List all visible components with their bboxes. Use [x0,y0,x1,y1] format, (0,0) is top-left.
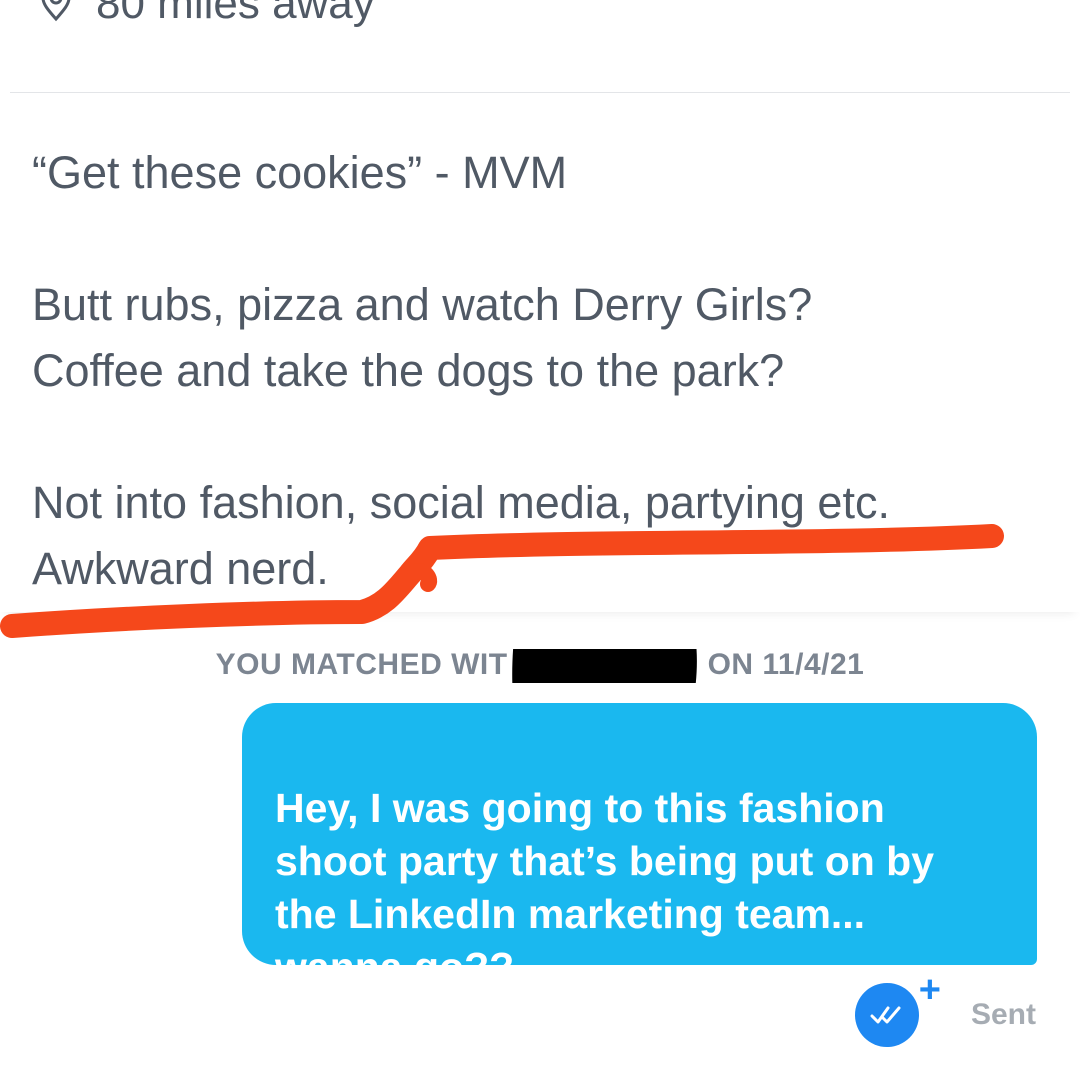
bio-dislikes: Not into fashion, social media, partying… [32,477,890,594]
message-status: + Sent [854,971,1036,1047]
profile-card: 80 miles away “Get these cookies” - MVM … [0,0,1080,612]
chat-screen: 80 miles away “Get these cookies” - MVM … [0,0,1080,1080]
message-text: Hey, I was going to this fashion shoot p… [275,785,935,990]
redacted-name-blot [511,649,697,684]
match-banner: YOU MATCHED WIT ON 11/4/21 [0,648,1080,684]
distance-text: 80 miles away [96,0,375,28]
read-receipt-badge[interactable]: + [854,971,941,1047]
bio-activities: Butt rubs, pizza and watch Derry Girls? … [32,279,813,396]
sent-message-bubble[interactable]: Hey, I was going to this fashion shoot p… [242,703,1037,990]
match-prefix: YOU MATCHED WIT [215,648,508,681]
distance-row: 80 miles away [36,0,375,34]
double-check-icon [870,1006,901,1024]
location-pin-icon [41,0,71,22]
divider [10,92,1070,93]
profile-bio: “Get these cookies” - MVM Butt rubs, piz… [32,140,1062,602]
plus-icon: + [918,969,941,1011]
bio-quote: “Get these cookies” - MVM [32,147,568,198]
match-suffix: ON 11/4/21 [707,648,865,681]
sent-status-label: Sent [970,998,1036,1031]
